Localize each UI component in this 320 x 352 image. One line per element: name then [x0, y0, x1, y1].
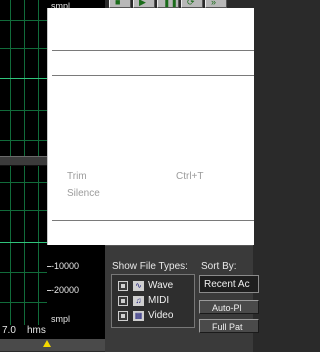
- waveform-display[interactable]: [0, 0, 47, 325]
- sort-by-label: Sort By:: [201, 261, 237, 272]
- midi-checkbox[interactable]: [118, 296, 128, 306]
- wave-checkbox[interactable]: [118, 281, 128, 291]
- pause-icon: ❚❚: [163, 0, 179, 7]
- auto-play-button[interactable]: Auto-Pl: [199, 300, 259, 314]
- ruler-tick: [47, 266, 51, 267]
- grid-line: [0, 110, 47, 111]
- organizer-panel: Show File Types: Sort By: ∿ Wave ♫ MIDI …: [105, 245, 259, 352]
- stop-button[interactable]: ■: [109, 0, 131, 8]
- ruler-tick: [47, 290, 51, 291]
- grid-line: [0, 20, 47, 21]
- time-ruler: 7.0 hms: [0, 325, 47, 339]
- play-icon: ▶: [139, 0, 146, 7]
- video-label: Video: [148, 310, 174, 321]
- show-file-types-label: Show File Types:: [112, 261, 188, 272]
- full-path-button[interactable]: Full Pat: [199, 319, 259, 333]
- grid-line: [0, 272, 47, 273]
- skip-icon: »: [211, 0, 217, 7]
- context-menu: Trim Ctrl+T Silence: [47, 8, 254, 245]
- skip-button[interactable]: »: [205, 0, 227, 8]
- menu-separator: [52, 50, 254, 51]
- position-bar: [0, 339, 105, 351]
- loop-button[interactable]: ⟳: [181, 0, 203, 8]
- midi-label: MIDI: [148, 295, 170, 306]
- center-line: [0, 242, 47, 243]
- video-icon: ▦: [133, 311, 144, 321]
- channel-divider: [0, 156, 47, 166]
- midi-icon: ♫: [133, 296, 144, 306]
- menu-separator: [52, 75, 254, 76]
- ruler-unit-bottom: smpl: [51, 314, 71, 324]
- loop-icon: ⟳: [187, 0, 195, 7]
- stop-icon: ■: [115, 0, 121, 7]
- grid-line: [0, 140, 47, 141]
- playhead-marker-icon[interactable]: [43, 340, 51, 347]
- wave-label: Wave: [148, 280, 174, 291]
- menu-separator: [52, 220, 254, 221]
- ruler-label: -20000: [51, 285, 80, 295]
- ruler-label: -10000: [51, 261, 80, 271]
- menu-shortcut-trim: Ctrl+T: [176, 171, 204, 182]
- time-ruler-unit: hms: [27, 325, 46, 336]
- grid-line: [0, 182, 47, 183]
- grid-line: [0, 48, 47, 49]
- wave-icon: ∿: [133, 281, 144, 291]
- menu-item-silence[interactable]: Silence: [67, 188, 100, 199]
- center-line: [0, 78, 47, 79]
- grid-line: [0, 210, 47, 211]
- time-ruler-value: 7.0: [2, 325, 16, 336]
- grid-line: [0, 302, 47, 303]
- menu-item-trim[interactable]: Trim: [67, 171, 87, 182]
- pause-button[interactable]: ❚❚: [157, 0, 179, 8]
- play-button[interactable]: ▶: [133, 0, 155, 8]
- video-checkbox[interactable]: [118, 311, 128, 321]
- file-types-group: ∿ Wave ♫ MIDI ▦ Video: [111, 274, 195, 328]
- transport-toolbar: ■ ▶ ❚❚ ⟳ »: [105, 0, 253, 8]
- sort-by-select[interactable]: Recent Ac: [199, 275, 259, 293]
